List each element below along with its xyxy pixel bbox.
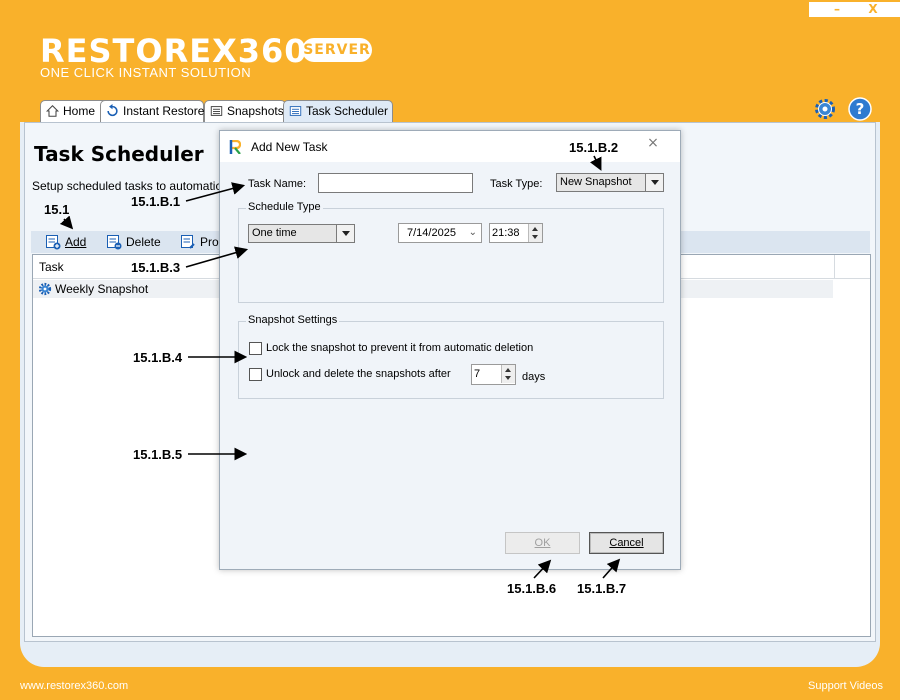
restore-icon bbox=[107, 104, 118, 117]
date-value: 7/14/2025 bbox=[407, 227, 456, 239]
lock-snapshot-checkbox[interactable] bbox=[249, 342, 262, 355]
spin-arrows-icon[interactable] bbox=[528, 224, 542, 242]
lock-snapshot-label: Lock the snapshot to prevent it from aut… bbox=[266, 342, 534, 354]
annotation-15-1-b-1: 15.1.B.1 bbox=[131, 194, 181, 209]
task-name-input[interactable] bbox=[318, 173, 473, 193]
date-picker[interactable]: 7/14/2025 ⌄ bbox=[398, 223, 482, 243]
delete-button-label: Delete bbox=[126, 235, 161, 249]
column-header-task[interactable]: Task bbox=[39, 260, 64, 274]
add-button-label: Add bbox=[65, 235, 87, 249]
task-type-dropdown[interactable]: New Snapshot bbox=[556, 173, 664, 192]
website-link[interactable]: www.restorex360.com bbox=[20, 680, 128, 692]
snapshot-settings-group-label: Snapshot Settings bbox=[246, 314, 340, 326]
svg-text:?: ? bbox=[856, 100, 865, 118]
tab-snapshots[interactable]: Snapshots bbox=[204, 100, 286, 122]
page-title: Task Scheduler bbox=[34, 142, 204, 166]
annotation-15-1-b-7: 15.1.B.7 bbox=[577, 581, 627, 596]
time-stepper[interactable]: 21:38 bbox=[489, 223, 543, 243]
tab-bar: Home Instant Restore Snapshots Task Sche… bbox=[20, 100, 880, 122]
settings-gear-icon[interactable] bbox=[813, 97, 837, 121]
app-tagline: ONE CLICK INSTANT SOLUTION bbox=[40, 65, 252, 80]
task-type-label: Task Type: bbox=[490, 178, 543, 190]
properties-icon bbox=[181, 235, 195, 249]
dialog-title: Add New Task bbox=[251, 140, 328, 154]
tab-snapshots-label: Snapshots bbox=[227, 104, 284, 118]
unlock-delete-label: Unlock and delete the snapshots after bbox=[266, 368, 451, 380]
snapshot-settings-group: Snapshot Settings bbox=[238, 314, 664, 399]
schedule-type-group-label: Schedule Type bbox=[246, 201, 323, 213]
days-value: 7 bbox=[474, 368, 481, 380]
annotation-15-1: 15.1 bbox=[44, 202, 70, 217]
days-label: days bbox=[522, 371, 546, 383]
app-logo-icon bbox=[229, 140, 241, 154]
tab-task-scheduler-label: Task Scheduler bbox=[306, 104, 389, 118]
close-button[interactable]: X bbox=[845, 2, 900, 17]
chevron-down-icon: ⌄ bbox=[468, 227, 477, 238]
spin-arrows-icon[interactable] bbox=[501, 365, 515, 383]
delete-button[interactable]: Delete bbox=[104, 233, 161, 251]
snapshots-icon bbox=[210, 106, 223, 116]
delete-task-icon bbox=[107, 235, 122, 250]
days-stepper[interactable]: 7 bbox=[471, 364, 516, 385]
page-description: Setup scheduled tasks to automatically bbox=[32, 179, 240, 193]
annotation-15-1-b-2: 15.1.B.2 bbox=[569, 140, 619, 155]
schedule-type-dropdown[interactable]: One time bbox=[248, 224, 355, 243]
help-icon[interactable]: ? bbox=[848, 97, 872, 121]
schedule-type-value: One time bbox=[252, 227, 297, 239]
tab-home-label: Home bbox=[63, 104, 96, 118]
dropdown-arrow-icon bbox=[645, 174, 663, 191]
task-gear-icon bbox=[38, 282, 52, 296]
add-button[interactable]: Add bbox=[43, 233, 86, 251]
task-name-cell: Weekly Snapshot bbox=[55, 282, 149, 296]
annotation-15-1-b-5: 15.1.B.5 bbox=[133, 447, 183, 462]
add-task-icon bbox=[46, 235, 61, 250]
server-badge: SERVER bbox=[302, 38, 372, 62]
column-separator bbox=[834, 255, 835, 279]
cancel-button[interactable]: Cancel bbox=[589, 532, 664, 554]
dialog-close-icon[interactable]: × bbox=[644, 134, 662, 152]
tab-instant-restore-label: Instant Restore bbox=[123, 104, 205, 118]
tab-instant-restore[interactable]: Instant Restore bbox=[100, 100, 204, 122]
annotation-15-1-b-6: 15.1.B.6 bbox=[507, 581, 557, 596]
app-logo: RESTOREX360 bbox=[40, 32, 308, 70]
support-videos-link[interactable]: Support Videos bbox=[808, 680, 883, 692]
task-name-label: Task Name: bbox=[248, 178, 307, 190]
time-value: 21:38 bbox=[492, 227, 520, 239]
dropdown-arrow-icon bbox=[336, 225, 354, 242]
task-type-value: New Snapshot bbox=[560, 176, 632, 188]
home-icon bbox=[45, 105, 60, 117]
tab-task-scheduler[interactable]: Task Scheduler bbox=[283, 100, 393, 122]
unlock-delete-checkbox[interactable] bbox=[249, 368, 262, 381]
annotation-15-1-b-3: 15.1.B.3 bbox=[131, 260, 181, 275]
ok-button[interactable]: OK bbox=[505, 532, 580, 554]
annotation-15-1-b-4: 15.1.B.4 bbox=[133, 350, 183, 365]
task-scheduler-icon bbox=[289, 106, 302, 116]
add-new-task-dialog: Add New Task × Task Name: Task Type: New… bbox=[219, 130, 681, 570]
